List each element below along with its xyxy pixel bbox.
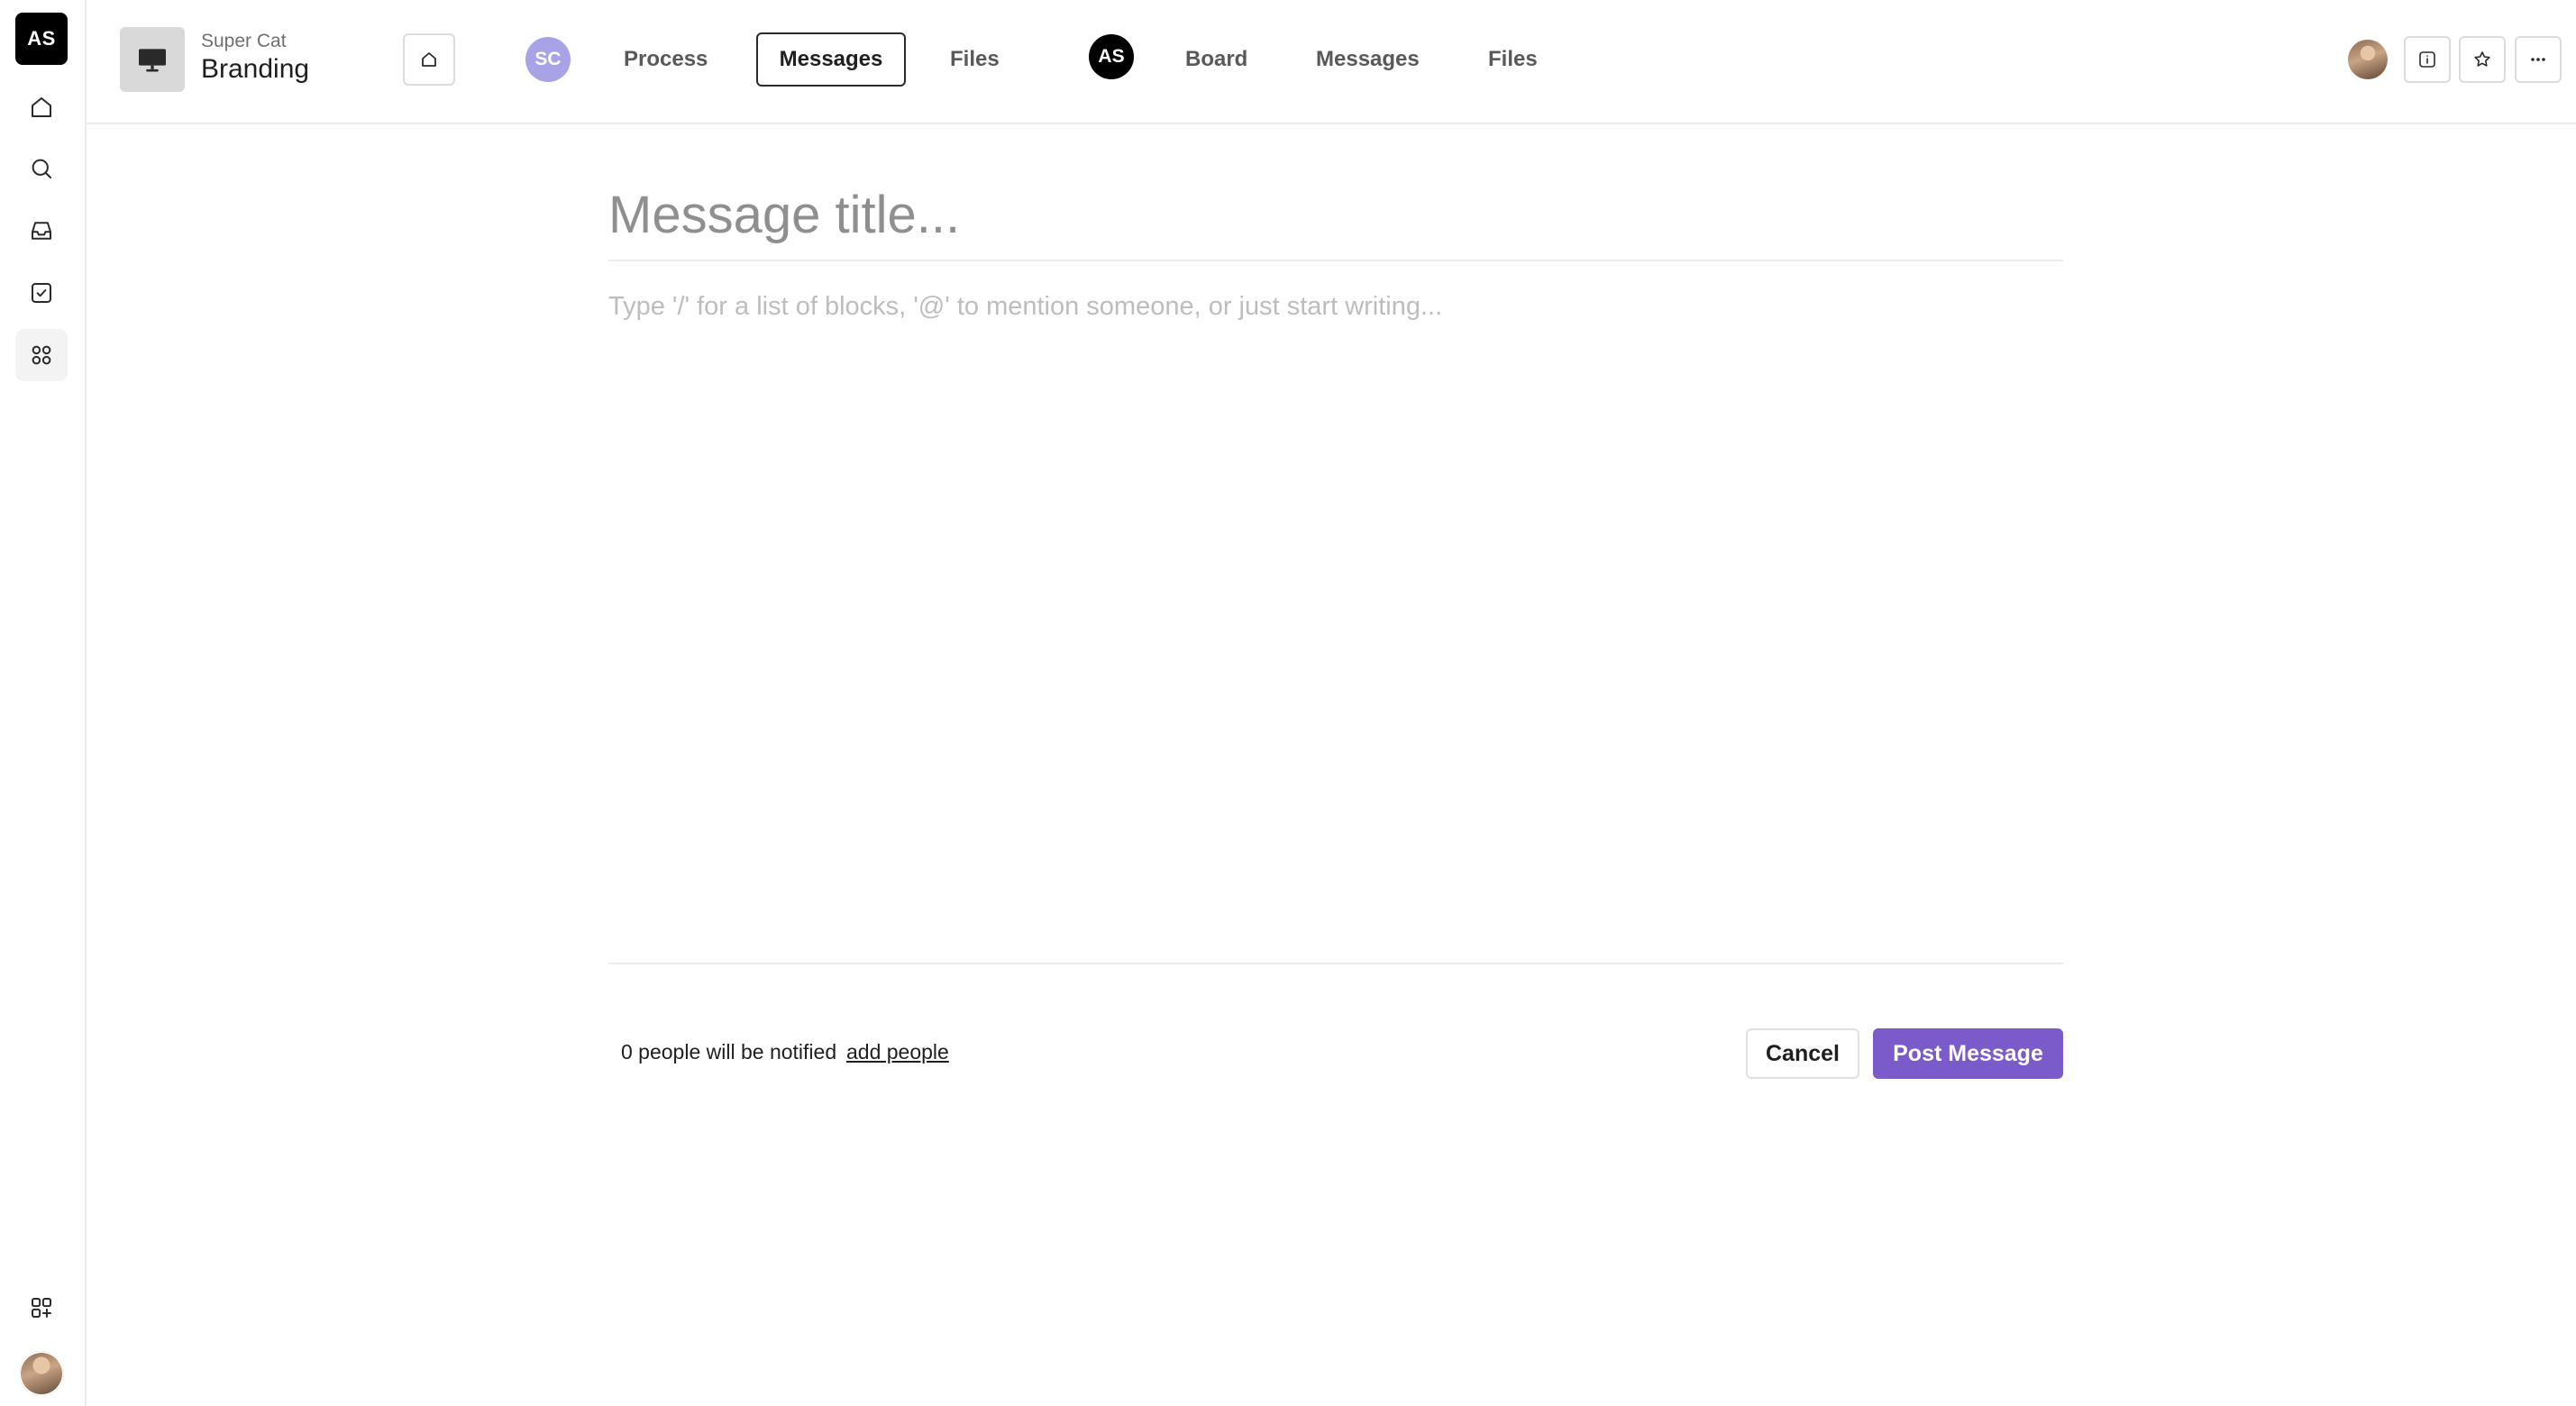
- more-button[interactable]: [2515, 36, 2562, 83]
- rail-home-button[interactable]: [15, 81, 68, 133]
- cancel-button[interactable]: Cancel: [1746, 1028, 1859, 1079]
- search-icon: [32, 159, 51, 178]
- tab-process[interactable]: Process: [604, 32, 727, 87]
- rail-inbox-button[interactable]: [15, 205, 68, 257]
- header-user-avatar[interactable]: [2348, 40, 2388, 79]
- tasks-icon: [32, 283, 51, 303]
- rail-tasks-button[interactable]: [15, 267, 68, 319]
- home-icon: [422, 52, 436, 67]
- tab-files[interactable]: Files: [930, 32, 1019, 87]
- project-icon: [120, 27, 185, 92]
- project-header: Super Cat Branding SC Process Messages F…: [87, 0, 2576, 124]
- app-root: AS Super Cat Branding SC Process Message…: [0, 0, 2576, 1406]
- inbox-icon: [32, 222, 51, 240]
- space-avatar-as[interactable]: AS: [1089, 34, 1134, 79]
- home-icon: [32, 97, 51, 117]
- favorite-button[interactable]: [2459, 36, 2506, 83]
- star-icon: [2474, 51, 2490, 67]
- tab-files-2[interactable]: Files: [1468, 32, 1557, 87]
- notify-count-text: 0 people will be notified: [621, 1040, 837, 1064]
- left-rail: AS: [0, 0, 87, 1406]
- rail-apps-button[interactable]: [15, 329, 68, 381]
- tab-messages-2[interactable]: Messages: [1296, 32, 1439, 87]
- project-home-button[interactable]: [403, 33, 455, 86]
- more-icon: [2531, 58, 2545, 61]
- project-name[interactable]: Branding: [201, 54, 309, 85]
- project-org: Super Cat: [201, 31, 287, 51]
- add-people-link[interactable]: add people: [846, 1040, 949, 1064]
- monitor-icon: [139, 49, 166, 72]
- rail-search-button[interactable]: [15, 142, 68, 195]
- apps-grid-icon: [32, 345, 51, 365]
- workspace-badge[interactable]: AS: [15, 13, 68, 65]
- tab-board[interactable]: Board: [1165, 32, 1267, 87]
- message-title-input[interactable]: [608, 171, 2063, 258]
- space-avatar-sc[interactable]: SC: [525, 37, 571, 82]
- user-avatar[interactable]: [19, 1351, 64, 1396]
- post-message-button[interactable]: Post Message: [1873, 1028, 2063, 1079]
- info-button[interactable]: [2404, 36, 2451, 83]
- add-app-icon: [32, 1298, 51, 1318]
- rail-add-app-button[interactable]: [15, 1282, 68, 1334]
- body-divider: [608, 963, 2063, 964]
- tab-messages[interactable]: Messages: [756, 32, 906, 87]
- message-body-editor[interactable]: [608, 287, 2063, 954]
- info-icon: [2419, 51, 2435, 68]
- title-divider: [608, 260, 2063, 261]
